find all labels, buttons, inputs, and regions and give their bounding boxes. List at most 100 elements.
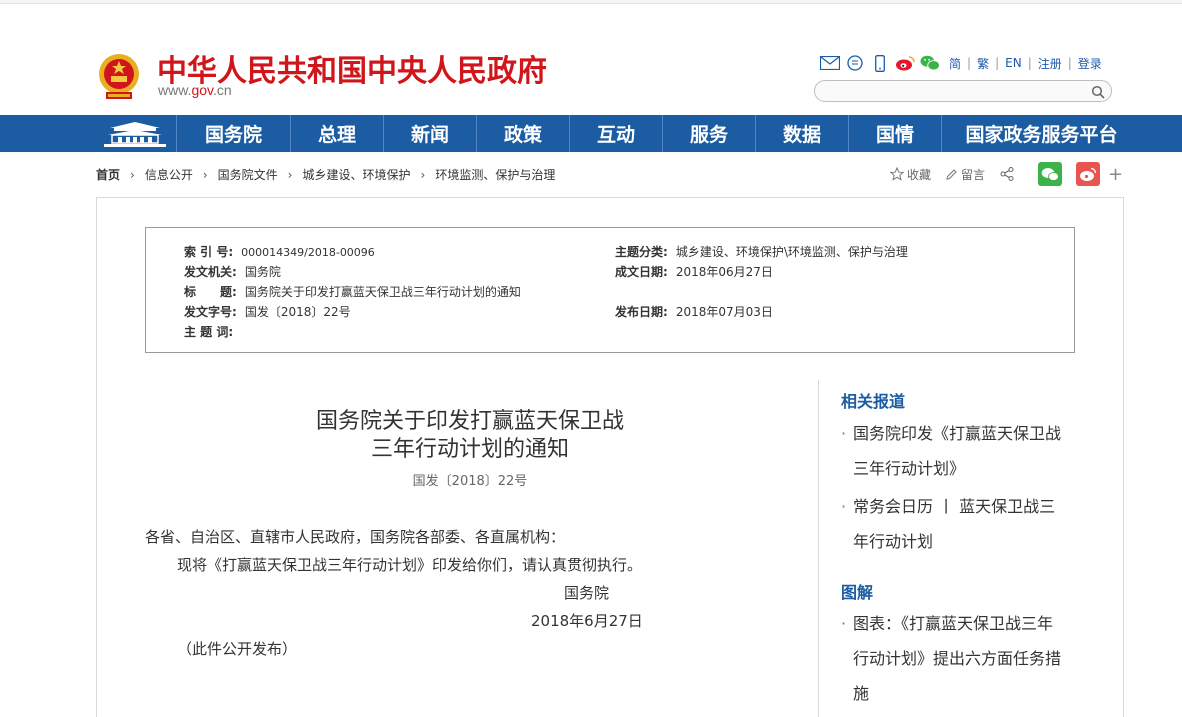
meta-published: 发布日期: 2018年07月03日 <box>615 303 773 320</box>
meta-title: 标 题: 国务院关于印发打赢蓝天保卫战三年行动计划的通知 <box>184 283 521 300</box>
top-edge <box>0 0 1182 4</box>
favorite-label: 收藏 <box>907 167 932 182</box>
pencil-icon <box>946 168 957 180</box>
share-weibo-icon[interactable] <box>1076 162 1101 186</box>
language-account-links: 简 | 繁 | EN | 注册 | 登录 <box>949 55 1102 72</box>
mail-icon[interactable] <box>820 53 840 73</box>
chevron-right-icon: › <box>130 167 135 182</box>
article-signature: 国务院 <box>564 584 610 602</box>
favorite-button[interactable]: 收藏 <box>890 166 931 183</box>
breadcrumb-env-monitoring[interactable]: 环境监测、保护与治理 <box>435 166 555 183</box>
article-date: 2018年6月27日 <box>531 612 643 630</box>
domain-prefix: www. <box>158 82 192 98</box>
mobile-icon[interactable] <box>870 53 890 73</box>
graphic-link[interactable]: 图表：《打赢蓝天保卫战三年 行动计划》提出六方面任务措 施 <box>841 606 1073 711</box>
breadcrumb-urban-environment[interactable]: 城乡建设、环境保护 <box>302 166 410 183</box>
related-link-line: 国务院印发《打赢蓝天保卫战 <box>853 424 1062 443</box>
comment-label: 留言 <box>961 167 986 182</box>
search-input[interactable] <box>825 82 1085 102</box>
share-wechat-icon[interactable] <box>1038 162 1063 186</box>
article-note: （此件公开发布） <box>177 640 298 658</box>
related-link-line: 三年行动计划》 <box>853 459 966 478</box>
graphic-link-line: 图表：《打赢蓝天保卫战三年 <box>853 614 1054 633</box>
related-heading[interactable]: 相关报道 <box>841 388 905 412</box>
link-simplified[interactable]: 简 <box>949 55 961 72</box>
nav-home-icon[interactable] <box>95 115 175 152</box>
nav-item-premier[interactable]: 总理 <box>290 115 383 152</box>
breadcrumb-home[interactable]: 首页 <box>96 166 120 183</box>
comment-icon[interactable] <box>845 53 865 73</box>
separator: | <box>967 56 972 70</box>
link-english[interactable]: EN <box>1005 56 1022 70</box>
domain-highlight: gov <box>191 82 213 98</box>
meta-keywords: 主 题 词: <box>184 323 241 340</box>
chevron-right-icon: › <box>202 167 208 182</box>
article-actions: 收藏 留言 + <box>890 162 1123 186</box>
meta-created: 成文日期: 2018年06月27日 <box>615 263 773 280</box>
meta-docno: 发文字号: 国发〔2018〕22号 <box>184 303 351 320</box>
breadcrumb-info-disclosure[interactable]: 信息公开 <box>145 166 193 183</box>
link-register[interactable]: 注册 <box>1038 55 1062 72</box>
meta-published-value: 2018年07月03日 <box>675 305 773 319</box>
nav-item-services[interactable]: 服务 <box>662 115 755 152</box>
meta-docno-label: 发文字号: <box>184 305 237 319</box>
related-link-line: 常务会日历 丨 蓝天保卫战三 <box>853 497 1056 516</box>
link-traditional[interactable]: 繁 <box>977 55 989 72</box>
meta-created-label: 成文日期: <box>615 265 668 279</box>
meta-title-value: 国务院关于印发打赢蓝天保卫战三年行动计划的通知 <box>244 285 521 299</box>
meta-topic-label: 主题分类: <box>615 245 668 259</box>
related-link[interactable]: 国务院印发《打赢蓝天保卫战 三年行动计划》 <box>841 416 1073 486</box>
breadcrumb: 首页 › 信息公开 › 国务院文件 › 城乡建设、环境保护 › 环境监测、保护与… <box>96 166 555 183</box>
meta-index-value: 000014349/2018-00096 <box>241 246 375 259</box>
star-icon <box>890 167 904 181</box>
related-link[interactable]: 常务会日历 丨 蓝天保卫战三 年行动计划 <box>841 489 1073 559</box>
breadcrumb-council-docs[interactable]: 国务院文件 <box>218 166 278 183</box>
link-login[interactable]: 登录 <box>1078 55 1102 72</box>
separator: | <box>995 56 1000 70</box>
domain-suffix: .cn <box>213 82 232 98</box>
article-addressee: 各省、自治区、直辖市人民政府，国务院各部委、各直属机构： <box>145 528 566 546</box>
graphic-link-line: 施 <box>853 684 870 703</box>
meta-title-label: 标 题: <box>184 285 237 299</box>
meta-index: 索 引 号: 000014349/2018-00096 <box>184 243 375 260</box>
search-box <box>814 80 1112 102</box>
meta-issuer: 发文机关: 国务院 <box>184 263 281 280</box>
sidebar: 相关报道 国务院印发《打赢蓝天保卫战 三年行动计划》 常务会日历 丨 蓝天保卫战… <box>818 380 1078 717</box>
meta-keywords-label: 主 题 词: <box>184 325 234 339</box>
share-icon[interactable] <box>999 166 1018 182</box>
graphic-heading[interactable]: 图解 <box>841 579 873 603</box>
document-metadata: 索 引 号: 000014349/2018-00096 主题分类: 城乡建设、环境保… <box>145 227 1075 353</box>
plus-icon[interactable]: + <box>1108 164 1123 185</box>
meta-published-label: 发布日期: <box>615 305 668 319</box>
comment-button[interactable]: 留言 <box>945 166 985 183</box>
meta-issuer-label: 发文机关: <box>184 265 237 279</box>
nav-item-policy[interactable]: 政策 <box>476 115 569 152</box>
related-link-line: 年行动计划 <box>853 532 934 551</box>
main-nav: 国务院 总理 新闻 政策 互动 服务 数据 国情 国家政务服务平台 <box>0 115 1182 152</box>
meta-created-value: 2018年06月27日 <box>675 265 773 279</box>
search-icon[interactable] <box>1091 84 1105 99</box>
nav-item-service-platform[interactable]: 国家政务服务平台 <box>941 115 1141 152</box>
meta-issuer-value: 国务院 <box>244 265 281 279</box>
meta-docno-value: 国发〔2018〕22号 <box>244 305 351 319</box>
article-title-line1: 国务院关于印发打赢蓝天保卫战 <box>315 409 624 434</box>
chevron-right-icon: › <box>420 167 426 182</box>
chevron-right-icon: › <box>287 167 293 182</box>
article-title-line2: 三年行动计划的通知 <box>370 437 569 462</box>
national-emblem-icon[interactable] <box>96 52 142 102</box>
nav-item-data[interactable]: 数据 <box>755 115 848 152</box>
nav-item-state-council[interactable]: 国务院 <box>176 115 290 152</box>
nav-item-news[interactable]: 新闻 <box>383 115 476 152</box>
header-toolbar: 简 | 繁 | EN | 注册 | 登录 <box>820 53 1102 73</box>
wechat-icon[interactable] <box>920 53 940 73</box>
nav-item-national-conditions[interactable]: 国情 <box>848 115 941 152</box>
meta-topic-value: 城乡建设、环境保护\环境监测、保护与治理 <box>675 245 908 259</box>
weibo-icon[interactable] <box>895 53 915 73</box>
article-body: 现将《打赢蓝天保卫战三年行动计划》印发给你们，请认真贯彻执行。 <box>177 556 643 574</box>
nav-item-interaction[interactable]: 互动 <box>569 115 662 152</box>
separator: | <box>1067 56 1072 70</box>
site-domain[interactable]: www.gov.cn <box>158 82 232 98</box>
nav-items: 国务院 总理 新闻 政策 互动 服务 数据 国情 国家政务服务平台 <box>176 115 1141 152</box>
article-doc-number: 国发〔2018〕22号 <box>412 474 528 489</box>
graphic-link-line: 行动计划》提出六方面任务措 <box>853 649 1062 668</box>
